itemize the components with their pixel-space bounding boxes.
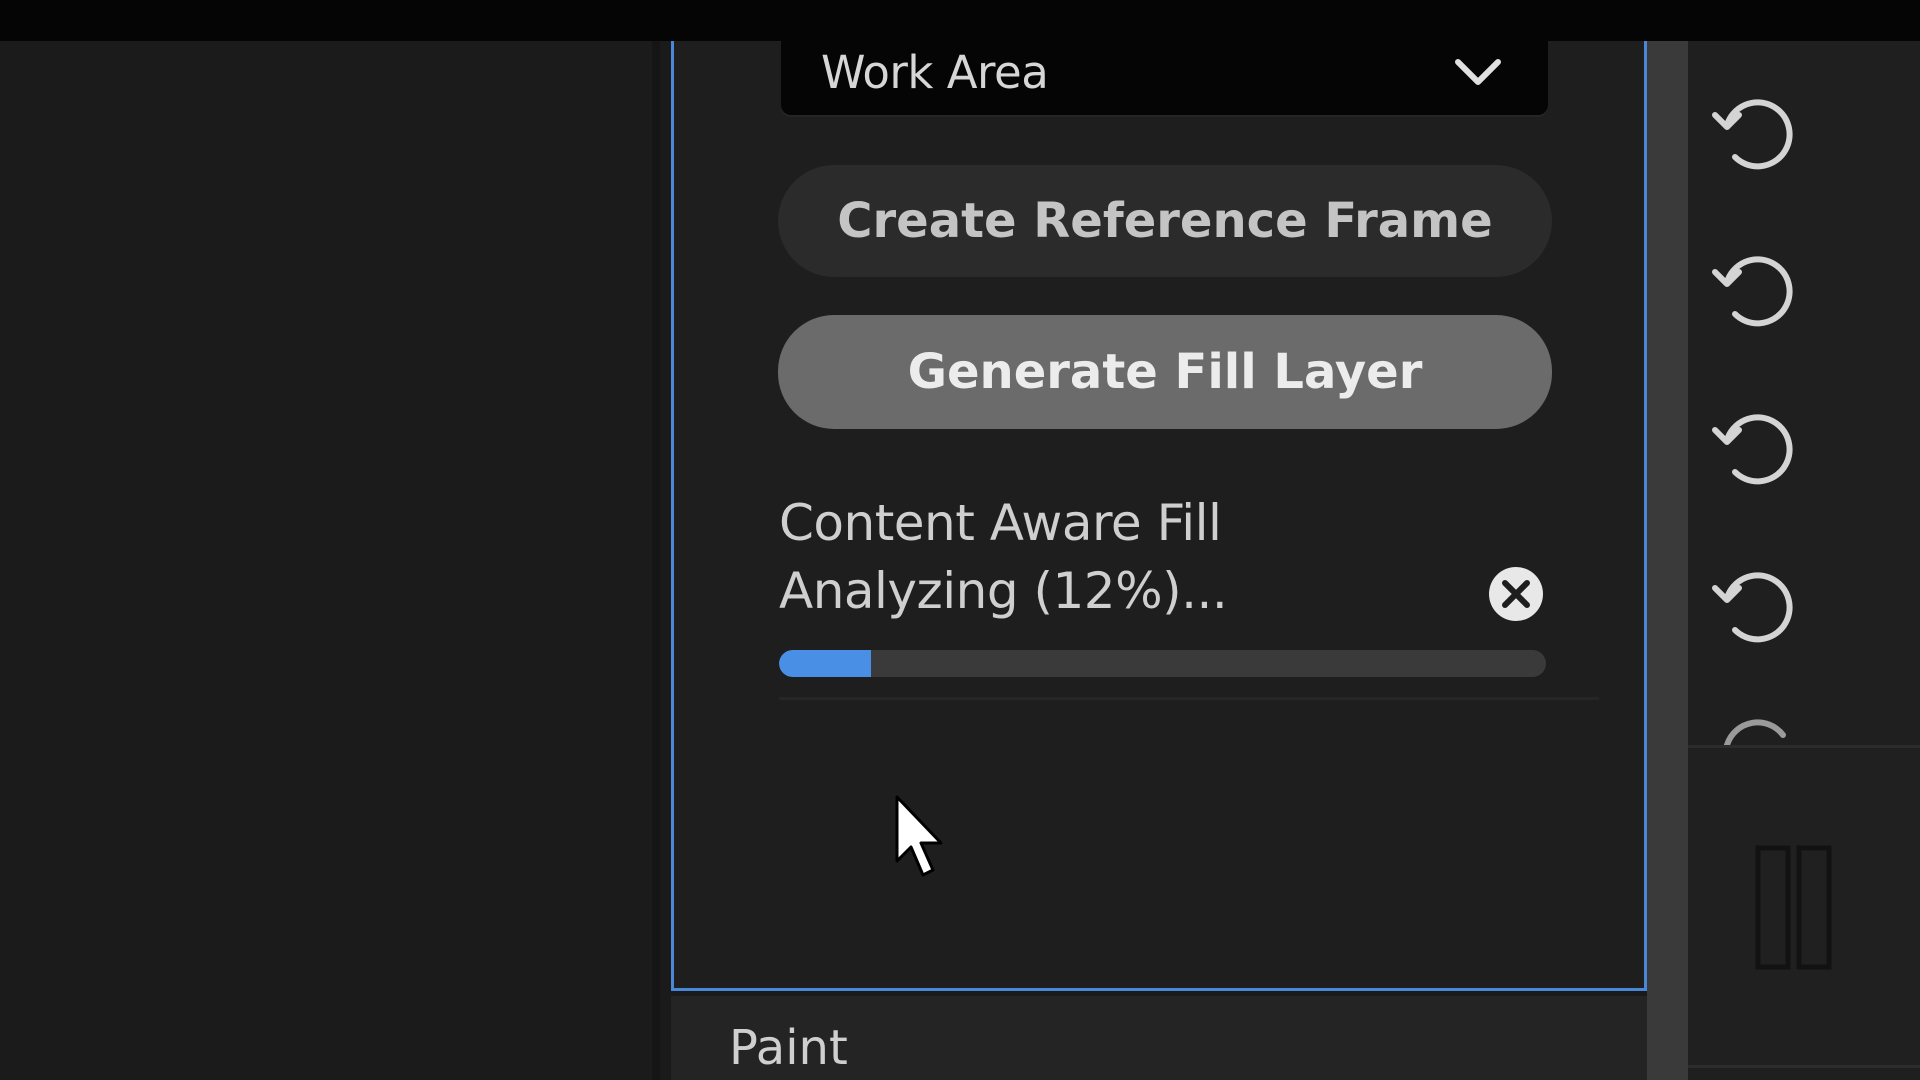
range-dropdown[interactable]: Work Area: [781, 30, 1548, 115]
task-status: Analyzing (12%)...: [779, 562, 1228, 620]
reset-icon[interactable]: [1705, 705, 1800, 745]
progress-fill: [779, 650, 872, 677]
reset-icon[interactable]: [1705, 85, 1800, 180]
reset-icon[interactable]: [1705, 400, 1800, 495]
pause-icon[interactable]: [1755, 845, 1835, 970]
range-dropdown-value: Work Area: [821, 46, 1049, 99]
mouse-cursor-icon: [895, 795, 943, 877]
chevron-down-icon: [1455, 59, 1501, 85]
reset-icon[interactable]: [1705, 242, 1800, 337]
create-reference-frame-button[interactable]: Create Reference Frame: [778, 165, 1552, 277]
panel-gutter: [652, 41, 660, 1080]
composition-area: [0, 41, 658, 1080]
generate-fill-layer-button[interactable]: Generate Fill Layer: [778, 315, 1552, 429]
paint-panel-label: Paint: [729, 1020, 848, 1076]
divider: [1688, 1065, 1920, 1068]
reset-icon[interactable]: [1705, 558, 1800, 653]
cancel-icon[interactable]: [1487, 565, 1545, 623]
progress-bar: [779, 650, 1546, 677]
panel-splitter[interactable]: [1647, 41, 1688, 1080]
task-title: Content Aware Fill: [779, 494, 1222, 552]
divider: [779, 697, 1599, 700]
